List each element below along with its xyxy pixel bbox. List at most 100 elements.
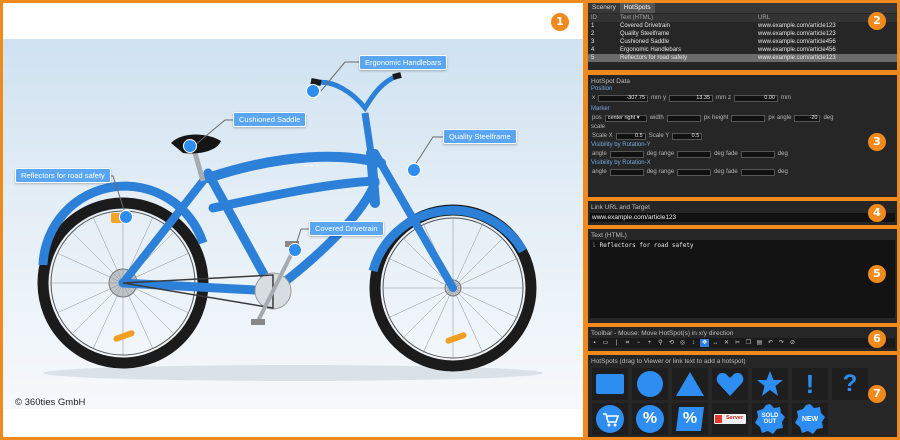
toolbar-panel: Toolbar - Mouse: Move HotSpot(s) in x/y … — [588, 327, 897, 351]
hotspot-label-saddle[interactable]: Cushioned Saddle — [233, 112, 307, 127]
width-label: width — [649, 115, 664, 121]
scaley-field[interactable]: 0.5 — [672, 132, 703, 140]
table-row[interactable]: 4 Ergonomic Handlebars www.example.com/a… — [588, 46, 897, 54]
table-row[interactable]: 2 Quality Steelframe www.example.com/art… — [588, 30, 897, 38]
clear-icon[interactable]: ⊘ — [788, 339, 797, 347]
square-icon[interactable] — [592, 368, 628, 400]
hotspot-label-reflectors[interactable]: Reflectors for road safety — [15, 168, 111, 183]
move-xy-icon[interactable]: ✥ — [700, 339, 709, 347]
hotspot-marker-saddle[interactable] — [183, 139, 197, 153]
unit-deg: deg — [646, 151, 657, 157]
row-text: Quality Steelframe — [620, 31, 670, 37]
zoom-icon[interactable]: ⚲ — [656, 339, 665, 347]
target-icon[interactable]: ◎ — [678, 339, 687, 347]
hotspot-list-panel: Scenery HotSpots ID Text (HTML) URL 1 Co… — [588, 3, 897, 70]
minus-icon[interactable]: − — [634, 339, 643, 347]
row-url: www.example.com/article456 — [758, 47, 836, 53]
hotspot-marker-steelframe[interactable] — [407, 163, 421, 177]
callout-badge-1: 1 — [551, 13, 569, 31]
hotspot-marker-handlebars[interactable] — [306, 84, 320, 98]
tab-hotspots[interactable]: HotSpots — [619, 3, 655, 13]
table-row-selected[interactable]: 5 Reflectors for road safety www.example… — [588, 54, 897, 62]
vis-x-range-field[interactable] — [677, 168, 712, 176]
line-number: 1 — [592, 242, 596, 249]
hotspot-label-drivetrain[interactable]: Covered Drivetrain — [309, 221, 384, 236]
scalex-field[interactable]: 0.5 — [615, 132, 646, 140]
editor-text: Reflectors for road safety — [599, 242, 694, 249]
scalex-label: Scale X — [592, 133, 613, 139]
undo-icon[interactable]: ↶ — [766, 339, 775, 347]
heart-icon[interactable] — [712, 368, 748, 400]
y-field[interactable]: 13.35 — [669, 94, 713, 102]
triangle-icon[interactable] — [672, 368, 708, 400]
rotate-icon[interactable]: ⟲ — [667, 339, 676, 347]
panorama-viewer[interactable]: ~~~ Ergonomic Handlebars Cushioned Saddl… — [3, 3, 583, 437]
table-row[interactable]: 3 Cushioned Saddle www.example.com/artic… — [588, 38, 897, 46]
scaley-label: Scale Y — [648, 133, 670, 139]
row-text: Covered Drivetrain — [620, 23, 671, 29]
server-logo-icon[interactable]: Server — [712, 403, 748, 435]
link-panel: Link URL and Target www.example.com/arti… — [588, 201, 897, 225]
height-field[interactable] — [731, 114, 766, 122]
row-id: 2 — [591, 31, 595, 37]
link-url-field[interactable]: www.example.com/article123 — [590, 213, 895, 222]
hotspot-marker-drivetrain[interactable] — [288, 243, 302, 257]
section-scale: scale — [591, 124, 606, 130]
cut-icon[interactable]: ✂ — [733, 339, 742, 347]
plus-icon[interactable]: + — [645, 339, 654, 347]
pos-label: pos — [592, 115, 602, 121]
percent-square-icon[interactable]: % — [672, 403, 708, 435]
percent-circle-icon[interactable]: % — [632, 403, 668, 435]
html-text-editor[interactable]: 1 Reflectors for road safety — [590, 240, 895, 318]
panel-title: Link URL and Target — [591, 204, 650, 211]
angle-field[interactable]: -20 — [794, 114, 821, 122]
column-id[interactable]: ID — [588, 14, 620, 22]
move-x-icon[interactable]: ↔ — [711, 339, 720, 347]
hotspot-marker-reflectors[interactable] — [119, 210, 133, 224]
exclamation-icon[interactable]: ! — [792, 368, 828, 400]
copy-icon[interactable]: ❐ — [744, 339, 753, 347]
new-badge-icon[interactable]: NEW — [792, 403, 828, 435]
tab-scenery[interactable]: Scenery — [588, 3, 620, 13]
vis-y-angle-field[interactable] — [609, 150, 644, 158]
column-text[interactable]: Text (HTML) — [620, 14, 758, 22]
crop-icon[interactable]: ⌗ — [623, 339, 632, 347]
x-field[interactable]: -307.75 — [598, 94, 648, 102]
hotspot-icons-panel: HotSpots (drag to Viewer or link text to… — [588, 355, 897, 437]
move-y-icon[interactable]: ↕ — [689, 339, 698, 347]
vis-x-fade-field[interactable] — [740, 168, 775, 176]
hotspot-label-handlebars[interactable]: Ergonomic Handlebars — [359, 55, 448, 70]
hotspot-label-steelframe[interactable]: Quality Steelframe — [443, 129, 517, 144]
redo-icon[interactable]: ↷ — [777, 339, 786, 347]
question-icon[interactable]: ? — [832, 368, 868, 400]
sold-out-icon[interactable]: SOLD OUT — [752, 403, 788, 435]
z-field[interactable]: 0.00 — [734, 94, 778, 102]
panel-title: Toolbar - Mouse: Move HotSpot(s) in x/y … — [591, 330, 734, 337]
row-id: 1 — [591, 23, 595, 29]
cart-icon[interactable] — [592, 403, 628, 435]
open-icon[interactable]: ▭ — [601, 339, 610, 347]
x-label: x — [592, 95, 595, 101]
star-icon[interactable] — [752, 368, 788, 400]
unit-mm: mm — [651, 95, 661, 101]
save-icon[interactable]: ▪ — [590, 339, 599, 347]
unit-deg: deg — [714, 169, 725, 175]
circle-icon[interactable] — [632, 368, 668, 400]
paste-icon[interactable]: ▤ — [755, 339, 764, 347]
callout-badge-2: 2 — [868, 12, 886, 30]
row-id: 5 — [591, 55, 595, 61]
callout-badge-7: 7 — [868, 385, 886, 403]
vis-x-angle-field[interactable] — [609, 168, 644, 176]
pos-select[interactable]: center right ▾ — [604, 114, 647, 122]
table-row[interactable]: 1 Covered Drivetrain www.example.com/art… — [588, 22, 897, 30]
width-field[interactable] — [666, 114, 701, 122]
delete-icon[interactable]: ✕ — [722, 339, 731, 347]
fade-label: fade — [726, 169, 738, 175]
position-row: x -307.75 mm y 13.35 mm z 0.00 mm — [588, 93, 897, 103]
vis-y-fade-field[interactable] — [740, 150, 775, 158]
vis-y-range-field[interactable] — [677, 150, 712, 158]
hotspot-connectors — [103, 61, 444, 249]
scale-row: Scale X 0.5 Scale Y 0.5 — [588, 131, 897, 141]
panel-tabs: Scenery HotSpots — [588, 3, 897, 13]
unit-px: px — [703, 115, 711, 121]
